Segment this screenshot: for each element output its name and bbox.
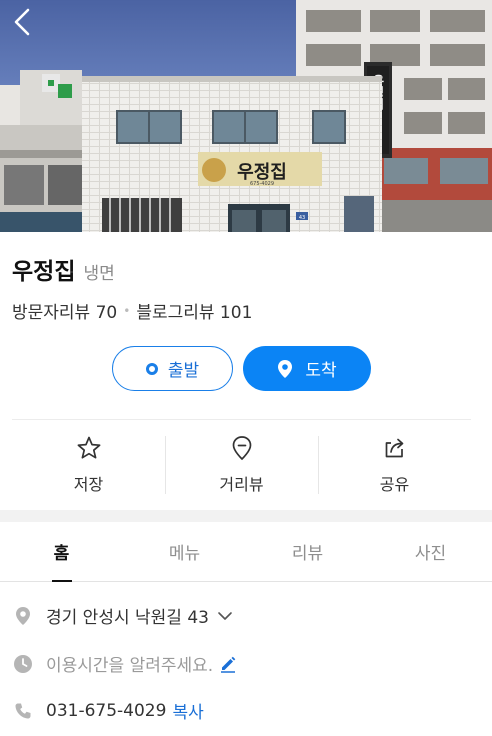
route-start-button[interactable]: 출발 (112, 346, 233, 391)
route-buttons: 출발 도착 (112, 346, 371, 391)
tab-menu[interactable]: 메뉴 (123, 522, 246, 581)
back-button[interactable] (6, 4, 40, 40)
star-icon (77, 436, 100, 459)
section-divider (0, 510, 492, 522)
address-expand-button[interactable] (217, 610, 233, 622)
copy-phone-button[interactable]: 복사 (172, 698, 203, 723)
separator-dot: • (123, 303, 131, 318)
route-arrive-button[interactable]: 도착 (243, 346, 371, 391)
building-number-plate: 43 (299, 215, 305, 221)
clock-icon (12, 653, 34, 675)
place-name: 우정집 (12, 259, 76, 285)
tab-review[interactable]: 리뷰 (246, 522, 369, 581)
review-summary: 방문자리뷰 70 • 블로그리뷰 101 (12, 298, 252, 323)
share-button[interactable]: 공유 (318, 420, 471, 510)
place-category: 냉면 (83, 264, 115, 284)
phone-row: 031-675-4029 복사 (12, 698, 204, 723)
tab-bar: 홈 메뉴 리뷰 사진 (0, 522, 492, 582)
streetview-label: 거리뷰 (219, 475, 264, 494)
storefront-photo: 우정집 우정집 675-4029 (0, 0, 492, 232)
address-row: 경기 안성시 낙원길 43 (12, 603, 233, 628)
storefront-sign-phone: 675-4029 (250, 181, 274, 187)
location-pin-icon (12, 605, 34, 627)
phone-icon (12, 700, 34, 722)
visitor-review-link[interactable]: 방문자리뷰 70 (12, 298, 117, 323)
phone-number[interactable]: 031-675-4029 (46, 701, 166, 721)
save-label: 저장 (73, 475, 104, 494)
place-title-row: 우정집 냉면 (12, 252, 115, 286)
route-arrive-label: 도착 (305, 361, 337, 381)
address-text: 경기 안성시 낙원길 43 (46, 608, 209, 628)
start-point-icon (145, 362, 158, 375)
hours-prompt-text[interactable]: 이용시간을 알려주세요. (46, 651, 213, 676)
hours-row: 이용시간을 알려주세요. (12, 651, 237, 676)
save-button[interactable]: 저장 (12, 420, 165, 510)
route-start-label: 출발 (167, 361, 200, 381)
pencil-icon (221, 656, 236, 673)
storefront-sign-text: 우정집 (237, 162, 287, 183)
edit-hours-button[interactable] (219, 655, 237, 673)
chevron-down-icon (218, 611, 232, 620)
location-pin-icon (278, 359, 293, 378)
blog-review-link[interactable]: 블로그리뷰 101 (136, 298, 252, 323)
tab-photo[interactable]: 사진 (369, 522, 492, 581)
tab-home[interactable]: 홈 (0, 522, 123, 582)
share-icon (385, 438, 403, 458)
place-photo[interactable]: 우정집 우정집 675-4029 (0, 0, 492, 232)
streetview-button[interactable]: 거리뷰 (165, 420, 318, 510)
chevron-left-icon (14, 8, 30, 36)
share-label: 공유 (379, 475, 410, 494)
map-pin-outline-icon (232, 436, 251, 461)
action-bar: 저장 거리뷰 공유 (12, 420, 471, 510)
